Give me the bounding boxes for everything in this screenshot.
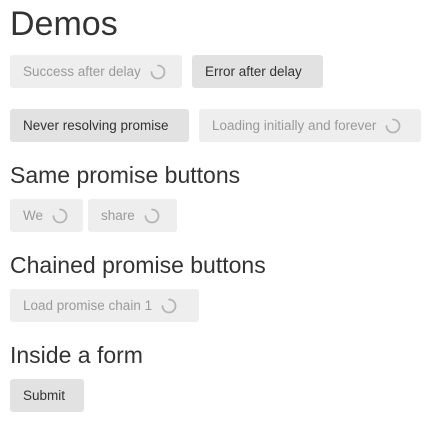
success-after-delay-label: Success after delay — [23, 64, 141, 79]
we-label: We — [23, 208, 44, 223]
error-after-delay-button[interactable]: Error after delay — [192, 55, 323, 88]
demos-heading: Demos — [10, 5, 118, 43]
inside-form-heading: Inside a form — [10, 342, 143, 368]
demo-page: Demos Success after delay Error after de… — [0, 0, 435, 434]
spinner-icon — [144, 208, 160, 224]
loading-initially-forever-label: Loading initially and forever — [212, 118, 377, 133]
same-promise-heading: Same promise buttons — [10, 162, 241, 188]
never-resolving-promise-button[interactable]: Never resolving promise — [10, 109, 189, 142]
spinner-icon — [150, 64, 166, 80]
chained-promise-heading: Chained promise buttons — [10, 252, 266, 278]
submit-button[interactable]: Submit — [10, 379, 84, 412]
we-button[interactable]: We — [10, 199, 83, 232]
spinner-icon — [161, 298, 177, 314]
share-label: share — [101, 208, 135, 223]
submit-label: Submit — [23, 388, 66, 403]
loading-initially-forever-button[interactable]: Loading initially and forever — [199, 109, 421, 142]
never-resolving-promise-label: Never resolving promise — [23, 118, 169, 133]
load-promise-chain-label: Load promise chain 1 — [23, 298, 153, 313]
share-button[interactable]: share — [88, 199, 177, 232]
success-after-delay-button[interactable]: Success after delay — [10, 55, 182, 88]
error-after-delay-label: Error after delay — [205, 64, 302, 79]
spinner-icon — [52, 208, 68, 224]
spinner-icon — [385, 118, 401, 134]
load-promise-chain-button[interactable]: Load promise chain 1 — [10, 289, 199, 322]
